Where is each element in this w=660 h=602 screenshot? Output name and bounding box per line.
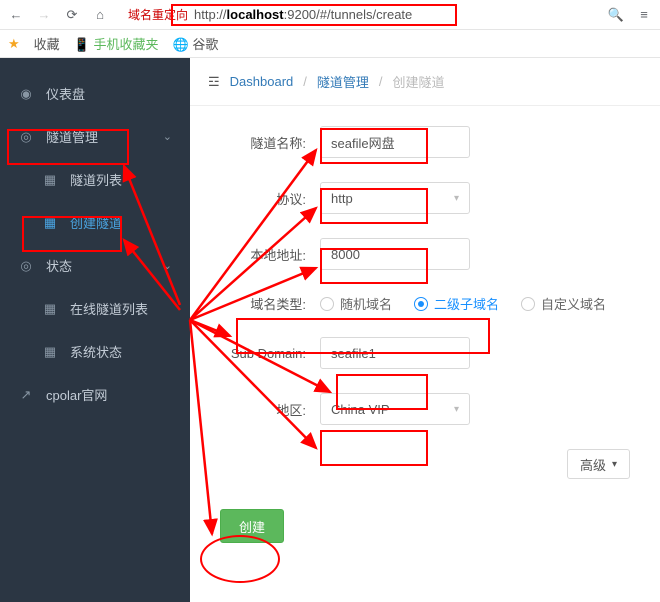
sidebar-item-label: 状态 bbox=[46, 256, 72, 275]
sidebar-item-cpolar-site[interactable]: ↗ cpolar官网 bbox=[0, 373, 190, 416]
protocol-select[interactable]: http ▾ bbox=[320, 182, 470, 214]
sub-domain-input[interactable] bbox=[320, 337, 470, 369]
home-icon[interactable]: ⌂ bbox=[92, 7, 108, 23]
protocol-value: http bbox=[331, 191, 353, 206]
chevron-down-icon: ▾ bbox=[454, 193, 459, 204]
crumb-dashboard[interactable]: Dashboard bbox=[230, 74, 294, 89]
menu-icon[interactable]: ≡ bbox=[636, 7, 652, 23]
chevron-down-icon: ⌄ bbox=[163, 130, 172, 143]
sidebar-item-sys-status[interactable]: ▦ 系统状态 bbox=[0, 330, 190, 373]
chevron-down-icon: ▾ bbox=[454, 404, 459, 415]
crumb-sep: / bbox=[303, 74, 307, 89]
label-tunnel-name: 隧道名称: bbox=[200, 133, 320, 152]
create-icon: ▦ bbox=[42, 215, 58, 231]
sidebar-item-label: 创建隧道 bbox=[70, 213, 122, 232]
main-content: ☲ Dashboard / 隧道管理 / 创建隧道 隧道名称: 协议: http… bbox=[190, 58, 660, 602]
list-icon: ▦ bbox=[42, 301, 58, 317]
list-icon: ▦ bbox=[42, 172, 58, 188]
sidebar-item-label: 隧道管理 bbox=[46, 127, 98, 146]
advanced-button[interactable]: 高级▾ bbox=[567, 449, 630, 479]
label-domain-type: 域名类型: bbox=[200, 294, 320, 313]
crumb-sep: / bbox=[379, 74, 383, 89]
sidebar-item-tunnel-list[interactable]: ▦ 隧道列表 bbox=[0, 158, 190, 201]
chevron-down-icon: ⌄ bbox=[163, 259, 172, 272]
star-icon: ★ bbox=[8, 36, 20, 52]
forward-icon[interactable]: → bbox=[36, 7, 52, 23]
sidebar-item-label: 在线隧道列表 bbox=[70, 299, 148, 318]
status-icon: ◎ bbox=[18, 258, 34, 274]
bookmark-fav[interactable]: 收藏 bbox=[34, 34, 60, 53]
region-value: China VIP bbox=[331, 402, 390, 417]
sidebar-item-tunnel-mgmt[interactable]: ◎ 隧道管理 ⌄ bbox=[0, 115, 190, 158]
dashboard-icon: ◉ bbox=[18, 86, 34, 102]
radio-second-domain[interactable]: 二级子域名 bbox=[414, 294, 499, 313]
label-sub-domain: Sub Domain: bbox=[200, 346, 320, 361]
sidebar-item-online-list[interactable]: ▦ 在线隧道列表 bbox=[0, 287, 190, 330]
submit-button[interactable]: 创建 bbox=[220, 509, 284, 543]
region-select[interactable]: China VIP ▾ bbox=[320, 393, 470, 425]
sidebar: ◉ 仪表盘 ◎ 隧道管理 ⌄ ▦ 隧道列表 ▦ 创建隧道 ◎ 状态 ⌄ ▦ 在线… bbox=[0, 58, 190, 602]
list-icon: ▦ bbox=[42, 344, 58, 360]
toggle-sidebar-icon[interactable]: ☲ bbox=[208, 74, 220, 90]
tunnel-icon: ◎ bbox=[18, 129, 34, 145]
label-protocol: 协议: bbox=[200, 189, 320, 208]
sidebar-item-label: 仪表盘 bbox=[46, 84, 85, 103]
external-link-icon: ↗ bbox=[18, 387, 34, 403]
address-bar[interactable]: 域名重定向 http://localhost:9200/#/tunnels/cr… bbox=[120, 3, 596, 27]
tunnel-name-input[interactable] bbox=[320, 126, 470, 158]
sidebar-item-label: cpolar官网 bbox=[46, 385, 107, 404]
sidebar-item-status[interactable]: ◎ 状态 ⌄ bbox=[0, 244, 190, 287]
url-text: http://localhost:9200/#/tunnels/create bbox=[194, 7, 412, 22]
radio-custom-domain[interactable]: 自定义域名 bbox=[521, 294, 606, 313]
label-region: 地区: bbox=[200, 400, 320, 419]
search-icon[interactable]: 🔍 bbox=[608, 7, 624, 23]
label-local-addr: 本地地址: bbox=[200, 245, 320, 264]
reload-icon[interactable]: ⟳ bbox=[64, 7, 80, 23]
radio-random-domain[interactable]: 随机域名 bbox=[320, 294, 392, 313]
crumb-current: 创建隧道 bbox=[393, 72, 445, 91]
sidebar-item-label: 系统状态 bbox=[70, 342, 122, 361]
sidebar-item-label: 隧道列表 bbox=[70, 170, 122, 189]
bookmark-mobile[interactable]: 📱 手机收藏夹 bbox=[74, 34, 159, 53]
redirect-badge: 域名重定向 bbox=[128, 6, 188, 23]
crumb-tunnel-mgmt[interactable]: 隧道管理 bbox=[317, 72, 369, 91]
sidebar-item-create-tunnel[interactable]: ▦ 创建隧道 bbox=[0, 201, 190, 244]
bookmark-google[interactable]: 🌐 谷歌 bbox=[173, 34, 219, 53]
sidebar-item-dashboard[interactable]: ◉ 仪表盘 bbox=[0, 72, 190, 115]
local-addr-input[interactable] bbox=[320, 238, 470, 270]
back-icon[interactable]: ← bbox=[8, 7, 24, 23]
breadcrumb: ☲ Dashboard / 隧道管理 / 创建隧道 bbox=[190, 58, 660, 106]
